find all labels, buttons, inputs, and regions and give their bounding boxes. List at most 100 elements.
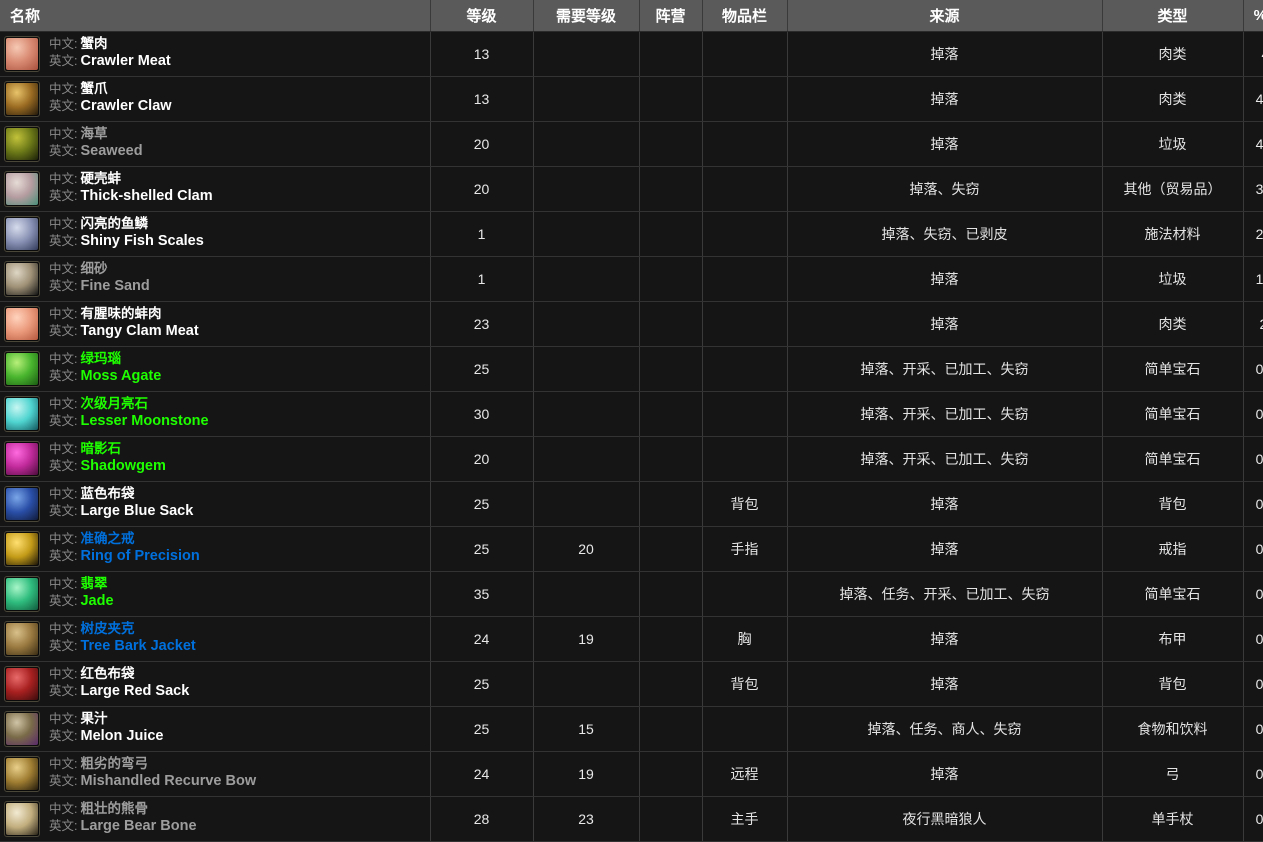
table-row[interactable]: 中文: 次级月亮石 英文: Lesser Moonstone 30 掉落、开采、已加工、失…: [0, 391, 1263, 437]
item-name-english[interactable]: Fine Sand: [80, 278, 149, 294]
cell-required-level: [533, 661, 640, 707]
column-header-faction[interactable]: 阵营: [639, 0, 703, 32]
cell-item-level-value: 30: [473, 405, 490, 422]
tangy-clam-meat-icon[interactable]: [4, 305, 40, 342]
table-row[interactable]: 中文:树皮夹克英文:Tree Bark Jacket 24 19 胸 掉落 布甲 0.19: [0, 616, 1263, 662]
tree-bark-jacket-icon[interactable]: [4, 620, 40, 657]
cell-type-value: 简单宝石: [1144, 585, 1201, 602]
table-row[interactable]: 中文:蟹爪英文:Crawler Claw 13 掉落 肉类 43.3: [0, 76, 1263, 122]
table-row[interactable]: 中文: 粗壮的熊骨 英文: Large Bear Bone 28 23 主手 夜行黑暗狼人 单手…: [0, 796, 1263, 842]
cell-required-level: [533, 571, 640, 617]
table-row[interactable]: 中文:绿玛瑙英文:Moss Agate 25 掉落、开采、已加工、失窃 简单宝石 0.8…: [0, 346, 1263, 392]
item-name-chinese[interactable]: 次级月亮石: [80, 396, 148, 411]
item-name-english[interactable]: Lesser Moonstone: [80, 413, 208, 429]
large-bear-bone-icon[interactable]: [4, 800, 40, 837]
item-name-chinese[interactable]: 粗壮的熊骨: [80, 801, 148, 816]
item-name-english[interactable]: Large Bear Bone: [80, 818, 196, 834]
table-row[interactable]: 中文: 硬壳蚌 英文: Thick-shelled Clam 20 掉落、失窃 其他（贸易品…: [0, 166, 1263, 212]
item-name-chinese[interactable]: 翡翠: [80, 576, 107, 591]
cell-type-value: 简单宝石: [1144, 360, 1201, 377]
item-name-chinese[interactable]: 果汁: [80, 711, 107, 726]
item-name-chinese[interactable]: 蟹爪: [80, 81, 107, 96]
melon-juice-icon[interactable]: [4, 710, 40, 747]
cell-source-value: 掉落、失窃、已剥皮: [881, 225, 1008, 242]
item-name-chinese[interactable]: 蓝色布袋: [80, 486, 134, 501]
table-row[interactable]: 中文:翡翠英文:Jade 35 掉落、任务、开采、已加工、失窃 简单宝石 0.24: [0, 571, 1263, 617]
item-name-english[interactable]: Shiny Fish Scales: [80, 233, 203, 249]
cell-percent: 0.14: [1243, 706, 1263, 752]
crawler-meat-icon[interactable]: [4, 35, 40, 72]
item-name-english[interactable]: Jade: [80, 593, 113, 609]
item-name-chinese[interactable]: 硬壳蚌: [80, 171, 121, 186]
item-name-chinese[interactable]: 绿玛瑙: [80, 351, 121, 366]
item-name-english[interactable]: Crawler Meat: [80, 53, 170, 69]
item-name-chinese[interactable]: 蟹肉: [80, 36, 107, 51]
item-name-chinese[interactable]: 闪亮的鱼鳞: [80, 216, 148, 231]
item-name-chinese[interactable]: 粗劣的弯弓: [80, 756, 148, 771]
item-name-english[interactable]: Tree Bark Jacket: [80, 638, 195, 654]
item-name-chinese[interactable]: 准确之戒: [80, 531, 134, 546]
column-header-source[interactable]: 来源: [787, 0, 1103, 32]
item-name-chinese[interactable]: 海草: [80, 126, 107, 141]
table-row[interactable]: 中文: 粗劣的弯弓 英文: Mishandled Recurve Bow 24 19 远程 掉…: [0, 751, 1263, 797]
cell-faction: [639, 76, 703, 122]
table-row[interactable]: 中文:细砂英文:Fine Sand 1 掉落 垃圾 17.4: [0, 256, 1263, 302]
label-chinese: 中文:: [49, 352, 78, 367]
item-name-english[interactable]: Large Blue Sack: [80, 503, 193, 519]
moss-agate-icon[interactable]: [4, 350, 40, 387]
item-name-english[interactable]: Crawler Claw: [80, 98, 171, 114]
item-name-english[interactable]: Large Red Sack: [80, 683, 189, 699]
table-row[interactable]: 中文:蟹肉英文:Crawler Meat 13 掉落 肉类 44: [0, 31, 1263, 77]
shiny-fish-scales-icon[interactable]: [4, 215, 40, 252]
thick-shelled-clam-icon[interactable]: [4, 170, 40, 207]
cell-item-level: 28: [430, 796, 534, 842]
column-header-name[interactable]: 名称: [0, 0, 431, 32]
item-name-english[interactable]: Tangy Clam Meat: [80, 323, 198, 339]
jade-icon[interactable]: [4, 575, 40, 612]
large-red-sack-icon[interactable]: [4, 665, 40, 702]
cell-item-level-value: 1: [477, 270, 486, 287]
item-name-chinese[interactable]: 红色布袋: [80, 666, 134, 681]
table-row[interactable]: 中文: 果汁 英文: Melon Juice 25 15 掉落、任务、商人、失窃 食物和饮料 0…: [0, 706, 1263, 752]
item-name-english[interactable]: Shadowgem: [80, 458, 165, 474]
table-row[interactable]: 中文:海草英文:Seaweed 20 掉落 垃圾 42.7: [0, 121, 1263, 167]
item-name-english[interactable]: Ring of Precision: [80, 548, 199, 564]
cell-percent-value: 0.24: [1255, 540, 1263, 557]
cell-percent: 0.24: [1243, 526, 1263, 572]
shadowgem-icon[interactable]: [4, 440, 40, 477]
item-name-english[interactable]: Melon Juice: [80, 728, 163, 744]
crawler-claw-icon[interactable]: [4, 80, 40, 117]
item-name-chinese[interactable]: 细砂: [80, 261, 107, 276]
table-row[interactable]: 中文:红色布袋英文:Large Red Sack 25 背包 掉落 背包 0.17: [0, 661, 1263, 707]
table-row[interactable]: 中文:蓝色布袋英文:Large Blue Sack 25 背包 掉落 背包 0.27: [0, 481, 1263, 527]
item-name-english[interactable]: Seaweed: [80, 143, 142, 159]
item-name-english[interactable]: Mishandled Recurve Bow: [80, 773, 256, 789]
cell-item-name: 中文: 暗影石 英文: Shadowgem: [0, 436, 431, 482]
fine-sand-icon[interactable]: [4, 260, 40, 297]
column-header-percent[interactable]: %: [1243, 0, 1263, 32]
seaweed-icon[interactable]: [4, 125, 40, 162]
column-header-type[interactable]: 类型: [1102, 0, 1244, 32]
item-name-chinese[interactable]: 暗影石: [80, 441, 121, 456]
column-header-level[interactable]: 等级: [430, 0, 534, 32]
lesser-moonstone-icon[interactable]: [4, 395, 40, 432]
item-name-chinese[interactable]: 树皮夹克: [80, 621, 134, 636]
ring-of-precision-icon[interactable]: [4, 530, 40, 567]
item-name-english[interactable]: Moss Agate: [80, 368, 161, 384]
item-name-chinese[interactable]: 有腥味的蚌肉: [80, 306, 161, 321]
mishandled-recurve-bow-icon[interactable]: [4, 755, 40, 792]
table-row[interactable]: 中文: 闪亮的鱼鳞 英文: Shiny Fish Scales 1 掉落、失窃、已剥皮 施法…: [0, 211, 1263, 257]
cell-faction: [639, 481, 703, 527]
column-header-slot[interactable]: 物品栏: [702, 0, 788, 32]
cell-type: 布甲: [1102, 616, 1244, 662]
cell-required-level: 19: [533, 616, 640, 662]
large-blue-sack-icon[interactable]: [4, 485, 40, 522]
table-row[interactable]: 中文:有腥味的蚌肉英文:Tangy Clam Meat 23 掉落 肉类 2.9: [0, 301, 1263, 347]
cell-source: 掉落: [787, 121, 1103, 167]
cell-type-value: 布甲: [1158, 630, 1187, 647]
column-header-required-level[interactable]: 需要等级: [533, 0, 640, 32]
cell-source: 掉落: [787, 31, 1103, 77]
item-name-english[interactable]: Thick-shelled Clam: [80, 188, 212, 204]
table-row[interactable]: 中文:准确之戒英文:Ring of Precision 25 20 手指 掉落 戒指 0.2…: [0, 526, 1263, 572]
table-row[interactable]: 中文:暗影石英文:Shadowgem 20 掉落、开采、已加工、失窃 简单宝石 0.35: [0, 436, 1263, 482]
